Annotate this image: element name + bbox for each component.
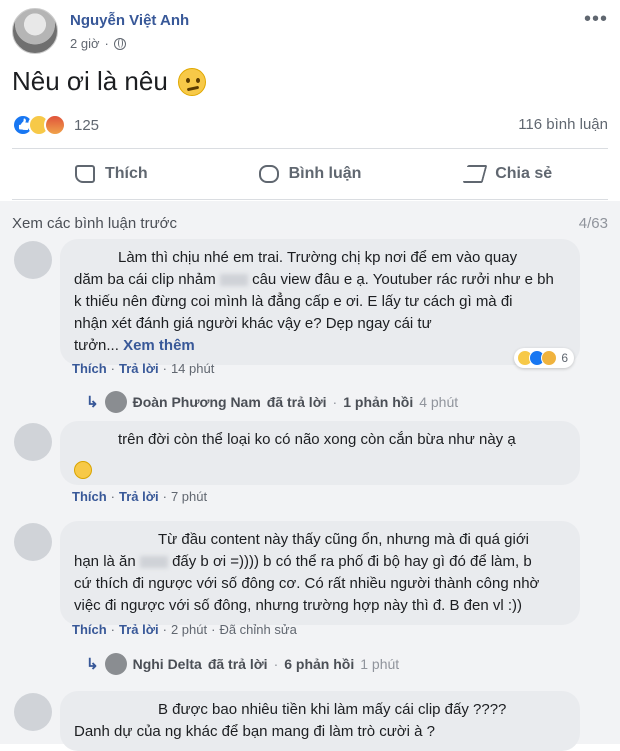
share-button[interactable]: Chia sẻ	[409, 149, 608, 199]
replies-link[interactable]: ↳ Nghi Delta đã trả lời · 6 phản hồi 1 p…	[86, 653, 399, 675]
comment-meta: Thích · Trả lời · 2 phút · Đã chỉnh sửa	[72, 622, 297, 637]
comment-like-link[interactable]: Thích	[72, 361, 107, 376]
angry-reaction-icon	[44, 114, 66, 136]
comment-reply-link[interactable]: Trả lời	[119, 622, 159, 637]
post-header: Nguyễn Việt Anh 2 giờ · •••	[12, 8, 608, 58]
blurred-text	[219, 274, 248, 287]
thumbs-up-icon	[75, 165, 95, 183]
comment-time[interactable]: 7 phút	[171, 489, 207, 504]
share-arrow-icon	[462, 165, 488, 183]
comment-button[interactable]: Bình luận	[211, 149, 410, 199]
comment-reply-link[interactable]: Trả lời	[119, 361, 159, 376]
author-avatar[interactable]	[12, 8, 58, 54]
reply-arrow-icon: ↳	[86, 394, 99, 411]
comment-like-link[interactable]: Thích	[72, 622, 107, 637]
comment-meta: Thích · Trả lời · 7 phút	[72, 489, 208, 504]
comment-meta: Thích · Trả lời · 14 phút	[72, 361, 215, 376]
action-bar: Thích Bình luận Chia sẻ	[12, 148, 608, 200]
comment-bubble: trên đời còn thể loại ko có não xong còn…	[60, 421, 580, 485]
like-label: Thích	[105, 165, 148, 182]
commenter-avatar[interactable]	[14, 523, 52, 561]
commenter-avatar[interactable]	[14, 241, 52, 279]
globe-icon	[113, 37, 126, 50]
comment-text: Làm thì chịu nhé em trai. Trường chị kp …	[118, 249, 518, 266]
comment-time[interactable]: 14 phút	[171, 361, 214, 376]
comment-bubble: B được bao nhiêu tiền khi làm mấy cái cl…	[60, 691, 580, 751]
comment-label: Bình luận	[288, 165, 362, 182]
comment-text: B được bao nhiêu tiền khi làm mấy cái cl…	[158, 701, 507, 718]
reaction-count: 125	[74, 116, 100, 134]
share-label: Chia sẻ	[495, 165, 553, 182]
more-options-icon[interactable]: •••	[584, 8, 608, 31]
comment-bubble: Làm thì chịu nhé em trai. Trường chị kp …	[60, 239, 580, 365]
comment-bubble-icon	[258, 165, 279, 183]
comment-reply-link[interactable]: Trả lời	[119, 489, 159, 504]
comments-section: Xem các bình luận trước 4/63 Làm thì chị…	[0, 201, 620, 751]
comment-count[interactable]: 116 bình luận	[518, 116, 608, 133]
post-text: Nêu ơi là nêu	[12, 66, 206, 97]
replier-avatar	[104, 653, 127, 675]
confused-emoji-icon	[177, 67, 206, 96]
post-time[interactable]: 2 giờ	[70, 36, 100, 51]
wow-reaction-icon	[541, 350, 558, 366]
commenter-avatar[interactable]	[14, 423, 52, 461]
comment-like-link[interactable]: Thích	[72, 489, 107, 504]
blurred-text	[139, 556, 168, 569]
replier-avatar	[104, 391, 127, 413]
comment-text: trên đời còn thể loại ko có não xong còn…	[118, 431, 516, 448]
smile-emoji-icon	[74, 461, 92, 480]
commenter-avatar[interactable]	[14, 693, 52, 731]
comment-bubble: Từ đầu content này thấy cũng ổn, nhưng m…	[60, 521, 580, 625]
replies-link[interactable]: ↳ Đoàn Phương Nam đã trả lời · 1 phản hồ…	[86, 391, 458, 413]
view-previous-comments[interactable]: Xem các bình luận trước	[12, 215, 177, 232]
edited-label[interactable]: Đã chỉnh sửa	[219, 622, 296, 637]
reaction-summary[interactable]: 125	[12, 114, 99, 136]
author-name[interactable]: Nguyễn Việt Anh	[70, 12, 189, 29]
like-button[interactable]: Thích	[12, 149, 211, 199]
comment-page-count: 4/63	[578, 215, 608, 232]
post-meta: 2 giờ ·	[70, 36, 126, 51]
see-more-link[interactable]: Xem thêm	[123, 337, 195, 354]
comment-reactions[interactable]: 6	[514, 348, 574, 368]
comment-time[interactable]: 2 phút	[171, 622, 207, 637]
comment-text: Từ đầu content này thấy cũng ổn, nhưng m…	[158, 531, 529, 548]
reply-arrow-icon: ↳	[86, 656, 99, 673]
post-text-content: Nêu ơi là nêu	[12, 66, 168, 96]
